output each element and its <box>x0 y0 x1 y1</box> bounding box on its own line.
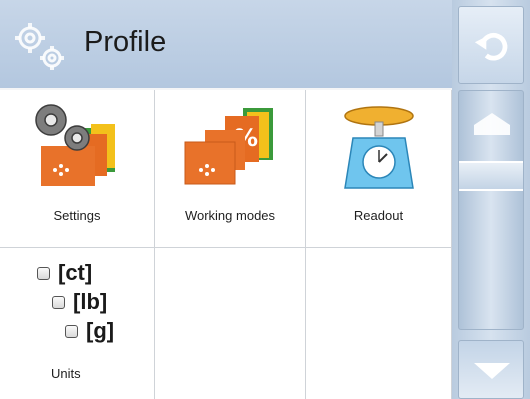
gears-icon <box>15 23 64 70</box>
profile-menu-grid: Settings % Working modes Readout [ct] [l… <box>0 90 452 399</box>
checkbox-g[interactable] <box>65 324 78 338</box>
working-modes-tile[interactable]: % Working modes <box>155 90 306 248</box>
scroll-handle[interactable] <box>459 161 523 191</box>
home-icon <box>474 113 510 135</box>
checkbox-ct[interactable] <box>37 266 50 280</box>
header-bar: Profile <box>0 0 452 88</box>
back-button[interactable] <box>458 6 524 84</box>
right-control-panel <box>452 0 530 399</box>
working-modes-icon: % <box>184 108 273 185</box>
units-label: Units <box>51 366 81 381</box>
checkbox-lb[interactable] <box>52 295 65 309</box>
unit-lb[interactable]: [lb] <box>52 289 107 315</box>
home-button[interactable] <box>458 90 524 330</box>
units-tile[interactable]: [ct] [lb] [g] Units <box>0 248 155 399</box>
readout-label: Readout <box>353 208 404 223</box>
undo-icon <box>474 33 508 61</box>
unit-g[interactable]: [g] <box>65 318 114 344</box>
settings-icon <box>35 104 115 186</box>
settings-tile[interactable]: Settings <box>0 90 155 248</box>
arrow-down-icon <box>474 363 510 379</box>
unit-lb-label: [lb] <box>73 289 108 314</box>
scale-icon <box>344 106 414 189</box>
empty-tile <box>155 248 306 399</box>
readout-tile[interactable]: Readout <box>306 90 452 248</box>
settings-label: Settings <box>53 208 101 223</box>
unit-ct-label: [ct] <box>58 260 93 285</box>
unit-g-label: [g] <box>86 318 115 343</box>
page-title: Profile <box>84 26 167 58</box>
working-modes-label: Working modes <box>184 208 276 223</box>
unit-ct[interactable]: [ct] <box>37 260 92 286</box>
empty-tile <box>306 248 452 399</box>
scroll-down-button[interactable] <box>458 340 524 399</box>
